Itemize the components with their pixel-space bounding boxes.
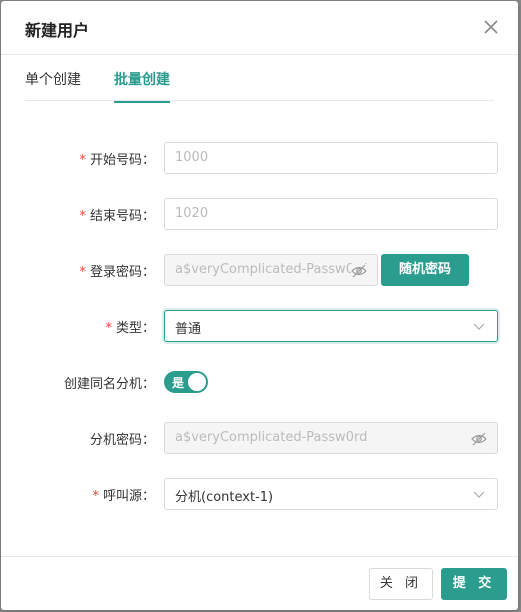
- required-mark: *: [79, 265, 86, 280]
- toggle-text: 是: [172, 376, 185, 390]
- create-extension-toggle[interactable]: 是: [164, 371, 208, 393]
- type-label: * 类型：: [105, 321, 155, 336]
- close-icon[interactable]: [482, 18, 500, 36]
- dialog-footer: 关 闭 提 交: [1, 556, 518, 610]
- dialog-header: 新建用户: [1, 1, 518, 55]
- submit-button[interactable]: 提 交: [441, 568, 507, 600]
- login-password-label: * 登录密码：: [79, 265, 155, 280]
- dialog-title: 新建用户: [25, 21, 90, 40]
- tab-bar: 单个创建 批量创建: [25, 55, 494, 103]
- eye-off-icon[interactable]: [471, 432, 487, 446]
- tab-batch-create[interactable]: 批量创建: [114, 69, 170, 103]
- required-mark: *: [79, 153, 86, 168]
- random-password-button[interactable]: 随机密码: [381, 254, 469, 286]
- new-user-dialog: 新建用户 单个创建 批量创建 * 开始号码： 1000 * 结束号码： 1020 *…: [1, 1, 518, 610]
- caller-source-row: * 呼叫源： 分机(context-1): [1, 478, 518, 510]
- required-mark: *: [105, 321, 112, 336]
- login-password-input[interactable]: a$veryComplicated-Passw0rd: [164, 254, 378, 286]
- end-number-row: * 结束号码： 1020: [1, 198, 518, 230]
- close-button[interactable]: 关 闭: [369, 568, 433, 600]
- caller-source-value: 分机(context-1): [175, 490, 274, 505]
- tab-single-create[interactable]: 单个创建: [25, 69, 81, 101]
- create-extension-label: 创建同名分机：: [63, 377, 155, 392]
- toggle-knob: [188, 373, 206, 391]
- chevron-down-icon: [473, 491, 485, 498]
- type-row: * 类型： 普通: [1, 310, 518, 342]
- end-number-label: * 结束号码：: [79, 209, 155, 224]
- extension-password-label: 分机密码：: [89, 433, 155, 448]
- login-password-placeholder: a$veryComplicated-Passw0rd: [175, 262, 368, 277]
- start-number-row: * 开始号码： 1000: [1, 142, 518, 174]
- caller-source-label: * 呼叫源：: [92, 489, 155, 504]
- extension-password-input[interactable]: a$veryComplicated-Passw0rd: [164, 422, 498, 454]
- extension-password-placeholder: a$veryComplicated-Passw0rd: [175, 430, 368, 445]
- required-mark: *: [79, 209, 86, 224]
- eye-off-icon[interactable]: [351, 264, 367, 278]
- end-number-input[interactable]: 1020: [164, 198, 498, 230]
- create-extension-row: 创建同名分机： 是: [1, 366, 518, 398]
- type-select[interactable]: 普通: [164, 310, 498, 342]
- required-mark: *: [92, 489, 99, 504]
- start-number-label: * 开始号码：: [79, 153, 155, 168]
- extension-password-row: 分机密码： a$veryComplicated-Passw0rd: [1, 422, 518, 454]
- login-password-row: * 登录密码： a$veryComplicated-Passw0rd 随机密码: [1, 254, 518, 286]
- caller-source-select[interactable]: 分机(context-1): [164, 478, 498, 510]
- type-value: 普通: [175, 322, 202, 337]
- chevron-down-icon: [473, 323, 485, 330]
- start-number-input[interactable]: 1000: [164, 142, 498, 174]
